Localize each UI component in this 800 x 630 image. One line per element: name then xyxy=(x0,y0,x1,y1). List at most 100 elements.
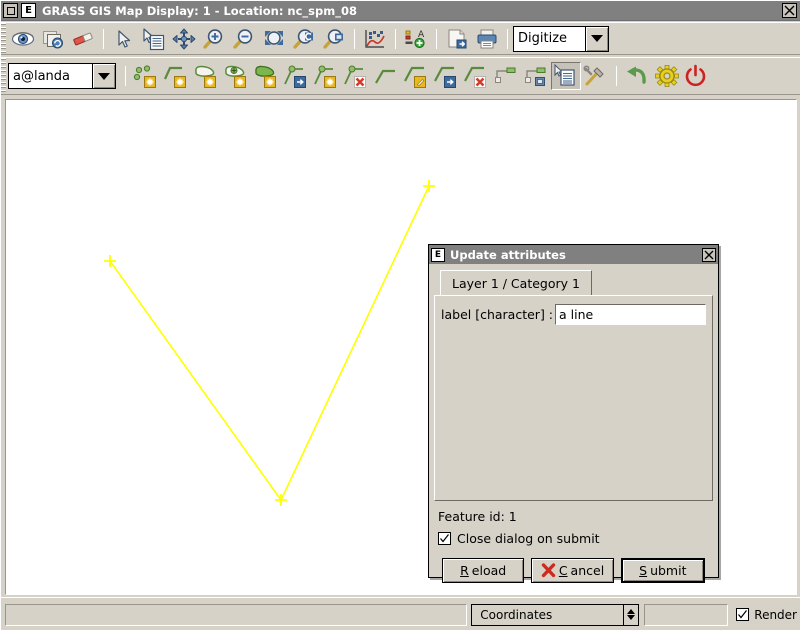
cancel-button[interactable]: Cancel xyxy=(531,558,614,583)
app-icon: E xyxy=(21,3,36,18)
zoom-back-button[interactable] xyxy=(289,25,319,53)
display-map-button[interactable] xyxy=(8,25,38,53)
zoom-options-button[interactable] xyxy=(319,25,349,53)
edit-line-button[interactable] xyxy=(401,62,431,90)
display-attributes-button[interactable] xyxy=(551,62,581,90)
window-title: GRASS GIS Map Display: 1 - Location: nc_… xyxy=(42,3,357,18)
map-tools-combo-arrow[interactable] xyxy=(585,25,609,52)
remove-vertex-button[interactable] xyxy=(341,62,371,90)
print-map-button[interactable] xyxy=(472,25,502,53)
move-feature-button[interactable] xyxy=(431,62,461,90)
move-feature-icon xyxy=(434,66,456,88)
line-geometry xyxy=(109,185,430,502)
analyze-map-button[interactable] xyxy=(360,25,390,53)
digitized-line-feature[interactable] xyxy=(104,180,435,506)
edit-line-icon xyxy=(404,66,426,88)
chevron-down-icon xyxy=(98,72,110,80)
digitize-point-icon xyxy=(133,65,156,88)
reload-button-label: eload xyxy=(471,563,507,578)
reload-button[interactable]: Reload xyxy=(442,558,525,583)
zoom-to-extent-icon xyxy=(265,30,283,45)
move-vertex-icon xyxy=(284,65,306,88)
status-mode-label: Coordinates xyxy=(480,607,553,622)
window-menu-button[interactable] xyxy=(3,3,18,18)
digitize-line-button[interactable] xyxy=(161,62,191,90)
toolbar-separator xyxy=(125,66,126,86)
close-icon xyxy=(784,5,795,16)
pan-button[interactable] xyxy=(169,25,199,53)
pointer-icon xyxy=(118,29,131,48)
additional-tools-button[interactable] xyxy=(581,62,611,90)
query-maps-button[interactable] xyxy=(139,25,169,53)
map-tools-combo[interactable]: Digitize xyxy=(513,25,609,52)
copy-categories-button[interactable] xyxy=(521,62,551,90)
digitize-settings-button[interactable] xyxy=(652,62,682,90)
display-categories-icon xyxy=(495,67,516,83)
save-display-button[interactable] xyxy=(442,25,472,53)
delete-feature-icon xyxy=(464,66,486,88)
close-on-submit-checkbox[interactable] xyxy=(438,532,451,545)
map-toolbar: A Digitize xyxy=(1,22,800,55)
display-categories-button[interactable] xyxy=(491,62,521,90)
add-vertex-button[interactable] xyxy=(311,62,341,90)
split-line-button[interactable] xyxy=(371,62,401,90)
chevron-down-icon xyxy=(591,35,603,42)
toolbar-grip[interactable] xyxy=(1,58,6,94)
zoom-in-icon xyxy=(203,28,223,49)
print-map-icon xyxy=(477,29,497,48)
erase-display-button[interactable] xyxy=(68,25,98,53)
digitize-centroid-button[interactable] xyxy=(221,62,251,90)
status-mode-selector[interactable]: Coordinates xyxy=(471,603,640,626)
vertex-marker xyxy=(423,180,435,192)
digitize-boundary-button[interactable] xyxy=(191,62,221,90)
map-tools-combo-value: Digitize xyxy=(513,25,585,52)
digitize-area-button[interactable] xyxy=(251,62,281,90)
quit-digitizer-button[interactable] xyxy=(682,62,712,90)
undo-icon xyxy=(627,66,646,84)
close-on-submit-row[interactable]: Close dialog on submit xyxy=(438,531,713,546)
query-raster-vector-icon xyxy=(143,27,165,50)
cancel-cross-icon xyxy=(541,563,556,578)
checkmark-icon xyxy=(440,534,449,543)
undo-button[interactable] xyxy=(622,62,652,90)
save-display-icon xyxy=(448,29,467,48)
zoom-in-button[interactable] xyxy=(199,25,229,53)
zoom-out-icon xyxy=(233,28,253,49)
toolbar-separator xyxy=(436,28,437,49)
add-map-elements-button[interactable]: A xyxy=(401,25,431,53)
dialog-close-button[interactable] xyxy=(702,247,716,262)
add-legend-icon: A xyxy=(405,30,425,48)
digitize-layer-combo-arrow[interactable] xyxy=(92,63,116,89)
digitize-point-button[interactable] xyxy=(131,62,161,90)
zoom-out-button[interactable] xyxy=(229,25,259,53)
copy-categories-icon xyxy=(525,67,546,86)
toolbar-separator xyxy=(103,28,104,49)
cancel-button-label: ancel xyxy=(570,563,605,578)
zoom-back-icon xyxy=(293,28,313,49)
vertex-marker xyxy=(275,494,287,506)
submit-button[interactable]: Submit xyxy=(620,558,705,583)
render-toggle-row[interactable]: Render xyxy=(736,608,797,622)
split-line-icon xyxy=(375,69,395,84)
window-close-button[interactable] xyxy=(782,3,797,18)
zoom-to-extent-button[interactable] xyxy=(259,25,289,53)
status-message-area xyxy=(5,603,468,626)
digitize-layer-combo-value: a@landa xyxy=(8,63,92,89)
status-mode-spinner[interactable] xyxy=(623,604,639,625)
digitize-line-icon xyxy=(163,66,186,88)
move-vertex-button[interactable] xyxy=(281,62,311,90)
pointer-button[interactable] xyxy=(109,25,139,53)
render-map-button[interactable] xyxy=(38,25,68,53)
submit-button-label: ubmit xyxy=(650,563,687,578)
render-checkbox[interactable] xyxy=(736,608,750,621)
digitize-toolbar: a@landa xyxy=(1,57,800,95)
digitize-layer-combo[interactable]: a@landa xyxy=(8,63,116,89)
tab-layer-1-category-1[interactable]: Layer 1 / Category 1 xyxy=(440,270,592,295)
delete-feature-button[interactable] xyxy=(461,62,491,90)
label-field-input[interactable]: a line xyxy=(555,304,706,325)
digitize-settings-icon xyxy=(655,65,679,87)
tab-label: Layer 1 / Category 1 xyxy=(452,275,580,291)
feature-id-label: Feature id: 1 xyxy=(438,509,517,524)
attribute-field-row: label [character] : a line xyxy=(441,304,706,325)
toolbar-grip[interactable] xyxy=(1,23,6,54)
